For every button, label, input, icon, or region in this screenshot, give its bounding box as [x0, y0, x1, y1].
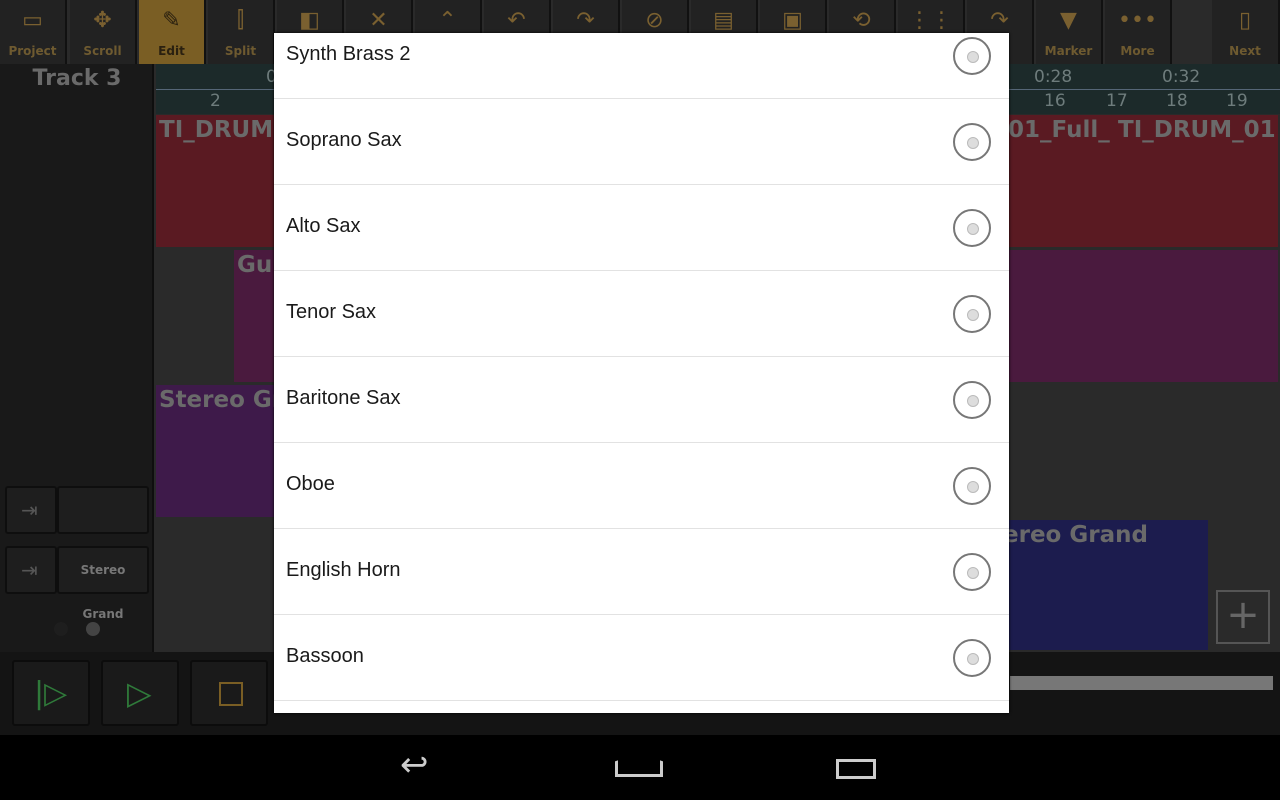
output-select[interactable]: Stereo Grand — [57, 546, 149, 621]
rewind-play-button[interactable]: |▷ — [12, 660, 90, 726]
stereo-grand-clip[interactable]: ereo Grand — [1000, 520, 1208, 650]
toolbar-label: Edit — [158, 44, 185, 58]
recent-apps-icon[interactable] — [836, 759, 876, 779]
toolbar-label: Scroll — [83, 44, 122, 58]
add-track-button[interactable]: + — [1216, 590, 1270, 644]
instrument-list-item[interactable]: Soprano Sax — [274, 99, 1009, 185]
radio-button[interactable] — [953, 381, 991, 419]
loop-icon: ⟲ — [852, 8, 871, 33]
undo-icon: ↶ — [507, 8, 526, 33]
page-dot-active[interactable] — [86, 622, 100, 636]
toolbar-marker-button[interactable]: ▼ Marker — [1036, 0, 1103, 64]
instrument-list-item[interactable]: Bassoon — [274, 615, 1009, 701]
next-icon: ▯ — [1238, 8, 1252, 33]
piano-clip[interactable]: Stereo Gra — [156, 385, 276, 517]
instrument-list-item[interactable]: Baritone Sax — [274, 357, 1009, 443]
radio-button[interactable] — [953, 295, 991, 333]
output-icon: ⇥ — [21, 558, 38, 582]
instrument-name: English Horn — [286, 559, 401, 581]
instrument-picker-dialog: Synth Brass 2 Soprano Sax Alto Sax Tenor Sa… — [274, 33, 1009, 713]
instrument-list-item[interactable]: Tenor Sax — [274, 271, 1009, 357]
scroll-move-icon: ✥ — [93, 8, 112, 33]
toolbar-scroll-button[interactable]: ✥ Scroll — [70, 0, 137, 64]
toolbar-edit-button[interactable]: ✎ Edit — [139, 0, 206, 64]
select-icon: ◧ — [299, 8, 320, 33]
play-icon: ▷ — [127, 674, 152, 712]
toolbar-project-button[interactable]: ▭ Project — [0, 0, 67, 64]
home-icon[interactable] — [615, 753, 663, 777]
radio-button[interactable] — [953, 553, 991, 591]
track-title: Track 3 — [32, 66, 122, 91]
system-nav-bar: ↩ — [0, 735, 1280, 800]
toolbar-label: Project — [8, 44, 57, 58]
output-button[interactable]: ⇥ — [5, 546, 57, 594]
radio-button[interactable] — [953, 467, 991, 505]
toolbar-label: Next — [1229, 44, 1261, 58]
automation-icon: ⌃ — [438, 8, 457, 33]
radio-button[interactable] — [953, 639, 991, 677]
instrument-name: Synth Brass 2 — [286, 43, 411, 65]
toolbar-label: Split — [224, 44, 257, 58]
instrument-name: Alto Sax — [286, 215, 361, 237]
clipboard-icon: ▣ — [782, 8, 803, 33]
radio-button[interactable] — [953, 37, 991, 75]
back-icon[interactable]: ↩ — [400, 745, 429, 785]
delete-icon: ✕ — [369, 8, 388, 33]
instrument-name: Bassoon — [286, 645, 364, 667]
stop-button[interactable] — [190, 660, 268, 726]
instrument-name: Soprano Sax — [286, 129, 402, 151]
play-from-start-icon: |▷ — [34, 676, 68, 711]
toolbar-more-button[interactable]: ••• More — [1105, 0, 1172, 64]
radio-button[interactable] — [953, 123, 991, 161]
toolbar-next-button[interactable]: ▯ Next — [1212, 0, 1280, 64]
instrument-name: Oboe — [286, 473, 335, 495]
more-icon: ••• — [1118, 8, 1157, 33]
tool-icon: ⊘ — [645, 8, 664, 33]
toolbar-label: More — [1120, 44, 1155, 58]
split-icon: ⫿ — [236, 8, 245, 33]
radio-button[interactable] — [953, 209, 991, 247]
instrument-list-item[interactable]: Synth Brass 2 — [274, 33, 1009, 99]
toolbar-split-button[interactable]: ⫿ Split — [208, 0, 275, 64]
redo-icon: ↷ — [576, 8, 595, 33]
stop-icon — [219, 682, 243, 706]
instrument-list-item[interactable]: Alto Sax — [274, 185, 1009, 271]
instrument-name: Tenor Sax — [286, 301, 377, 323]
instrument-list-item[interactable]: Oboe — [274, 443, 1009, 529]
marker-icon: ▼ — [1060, 8, 1077, 33]
input-select[interactable] — [57, 486, 149, 534]
edit-pencil-icon: ✎ — [162, 8, 181, 33]
instrument-name: Baritone Sax — [286, 387, 401, 409]
folder-icon: ▭ — [22, 8, 43, 33]
play-button[interactable]: ▷ — [101, 660, 179, 726]
toolbar-label: Marker — [1044, 44, 1093, 58]
instrument-list-item[interactable]: English Horn — [274, 529, 1009, 615]
page-dot[interactable] — [54, 622, 68, 636]
grid-icon: ⋮⋮ — [908, 8, 953, 33]
input-button[interactable]: ⇥ — [5, 486, 57, 534]
paste-icon: ▤ — [713, 8, 734, 33]
position-scrollbar[interactable] — [1010, 676, 1273, 690]
input-icon: ⇥ — [21, 498, 38, 522]
snap-icon: ↷ — [990, 8, 1009, 33]
